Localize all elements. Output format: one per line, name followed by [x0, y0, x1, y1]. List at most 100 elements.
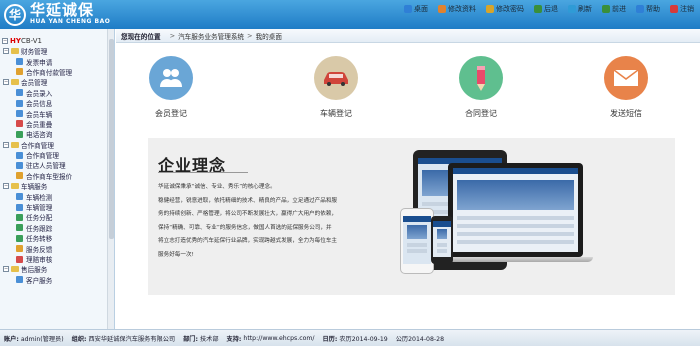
tree-root[interactable]: − HY CB-V1	[0, 35, 107, 46]
pencil-icon[interactable]	[459, 56, 503, 100]
company-philosophy-panel: 企业理念 华延诚保秉承“诚信、专业、秀乐”的核心理念。 稳健经营，锐意进取，依托…	[148, 138, 675, 295]
logo-mark: 华	[4, 3, 26, 26]
menu-group[interactable]: − 售后服务	[0, 264, 107, 274]
quick-send-sms[interactable]: 发送短信	[591, 56, 661, 119]
logout-icon	[670, 5, 678, 13]
sidebar-menu: − HY CB-V1 − 财务管理 发票申请 合作商付款管理 − 会员管理 会员录入 会员信息会…	[0, 29, 115, 329]
menu-item[interactable]: 电话咨询	[0, 129, 107, 139]
logo: 华 华延诚保 HUA YAN CHENG BAO	[4, 3, 110, 26]
folder-icon	[11, 48, 19, 55]
car-icon[interactable]	[314, 56, 358, 100]
phone-image-dark	[431, 216, 453, 264]
menu-item-icon	[16, 234, 23, 242]
menu-item-icon	[16, 276, 23, 284]
lunar-date: 农历2014-09-19	[339, 335, 388, 343]
menu-item-icon	[16, 203, 23, 211]
menu-item-icon	[16, 193, 23, 201]
users-icon[interactable]	[149, 56, 193, 100]
help-icon	[636, 5, 644, 13]
collapse-icon[interactable]: −	[2, 37, 8, 44]
folder-icon	[11, 79, 19, 86]
laptop-image	[448, 163, 583, 257]
menu-item[interactable]: 会员信息	[0, 98, 107, 108]
collapse-icon[interactable]: −	[3, 266, 9, 273]
sidebar-scrollbar[interactable]	[107, 29, 114, 329]
logo-subtitle: HUA YAN CHENG BAO	[30, 18, 111, 25]
menu-item[interactable]: 驻店人员管理	[0, 160, 107, 170]
menu-item[interactable]: 任务转移	[0, 233, 107, 243]
collapse-icon[interactable]: −	[3, 79, 9, 86]
nav-button-0[interactable]: 桌面	[400, 3, 432, 15]
menu-item-icon	[16, 213, 23, 221]
nav-button-1[interactable]: 修改资料	[434, 3, 480, 15]
support-link[interactable]: http://www.ehcps.com/	[243, 335, 314, 342]
menu-item[interactable]: 任务跟踪	[0, 223, 107, 233]
dept-value: 技术部	[199, 335, 219, 343]
folder-icon	[11, 183, 19, 190]
status-bar: 账户: admin(管理员) 组织: 西安华延诚保汽车服务有限公司 部门: 技术部 支…	[0, 329, 700, 346]
quick-vehicle-register[interactable]: 车辆登记	[301, 56, 371, 119]
menu-item-icon	[16, 58, 23, 66]
folder-icon	[11, 141, 19, 148]
menu-group[interactable]: − 合作商管理	[0, 140, 107, 150]
menu-item[interactable]: 合作商车型报价	[0, 171, 107, 181]
refresh-icon	[568, 5, 576, 13]
quick-contract-register[interactable]: 合同登记	[446, 56, 516, 119]
menu-item[interactable]: 服务反馈	[0, 243, 107, 254]
main-content: 会员登记 车辆登记 合同登记 发送短信 企业理念 华延诚保秉承“诚信、专业、秀乐…	[116, 43, 700, 329]
menu-item-icon	[16, 245, 23, 253]
key-icon	[486, 5, 494, 13]
org-value: 西安华延诚保汽车服务有限公司	[88, 335, 176, 343]
nav-button-2[interactable]: 修改密码	[482, 3, 528, 15]
menu-tree: − HY CB-V1 − 财务管理 发票申请 合作商付款管理 − 会员管理 会员录入 会员信息会…	[0, 35, 107, 285]
top-navigation: 桌面 修改资料 修改密码 后退 刷新 前进 帮助 注销	[398, 3, 698, 15]
menu-item-icon	[16, 99, 23, 107]
menu-item-icon	[16, 89, 23, 97]
user-edit-icon	[438, 5, 446, 13]
menu-item-icon	[16, 151, 23, 159]
collapse-icon[interactable]: −	[3, 48, 9, 55]
quick-member-register[interactable]: 会员登记	[136, 56, 206, 119]
logo-name: 华延诚保	[30, 1, 95, 19]
phone-image	[400, 208, 434, 274]
menu-item-icon	[16, 172, 23, 180]
nav-button-4[interactable]: 刷新	[564, 3, 596, 15]
breadcrumb-item-system[interactable]: 汽车服务业务管理系统	[178, 31, 244, 41]
collapse-icon[interactable]: −	[3, 141, 9, 148]
menu-group[interactable]: − 会员管理	[0, 77, 107, 87]
breadcrumb-item-desktop[interactable]: 我的桌面	[256, 31, 282, 41]
scrollbar-thumb[interactable]	[109, 39, 114, 239]
nav-button-3[interactable]: 后退	[530, 3, 562, 15]
menu-item-icon	[16, 110, 23, 118]
collapse-icon[interactable]: −	[3, 183, 9, 190]
title-divider	[158, 172, 248, 173]
menu-group[interactable]: − 财务管理	[0, 46, 107, 56]
menu-item[interactable]: 发票申请	[0, 56, 107, 67]
menu-group[interactable]: − 车辆服务	[0, 181, 107, 191]
solar-date: 公历2014-08-28	[395, 335, 445, 343]
folder-icon	[11, 266, 19, 273]
nav-button-7[interactable]: 注销	[666, 3, 698, 15]
menu-item-icon	[16, 161, 23, 169]
menu-item[interactable]: 客户服务	[0, 275, 107, 285]
menu-item[interactable]: 车辆检测	[0, 191, 107, 202]
quick-label: 合同登记	[465, 109, 497, 118]
menu-item-icon	[16, 68, 23, 76]
menu-item[interactable]: 会员录入	[0, 88, 107, 98]
envelope-icon[interactable]	[604, 56, 648, 100]
nav-button-5[interactable]: 前进	[598, 3, 630, 15]
menu-item[interactable]: 任务分配	[0, 212, 107, 222]
back-arrow-icon	[534, 5, 542, 13]
breadcrumb: 您现在的位置 > 汽车服务业务管理系统 > 我的桌面	[116, 29, 700, 43]
menu-item[interactable]: 合作商管理	[0, 150, 107, 160]
quick-label: 发送短信	[610, 109, 642, 118]
menu-item[interactable]: 理赔审核	[0, 254, 107, 264]
nav-button-6[interactable]: 帮助	[632, 3, 664, 15]
menu-item[interactable]: 合作商付款管理	[0, 67, 107, 77]
menu-item-icon	[16, 255, 23, 263]
top-header: 华 华延诚保 HUA YAN CHENG BAO 桌面 修改资料 修改密码 后退 刷新前…	[0, 0, 700, 29]
laptop-base	[438, 257, 593, 262]
menu-item[interactable]: 会员重疊	[0, 119, 107, 129]
menu-item[interactable]: 车辆管理	[0, 202, 107, 212]
menu-item[interactable]: 会员车辆	[0, 108, 107, 119]
